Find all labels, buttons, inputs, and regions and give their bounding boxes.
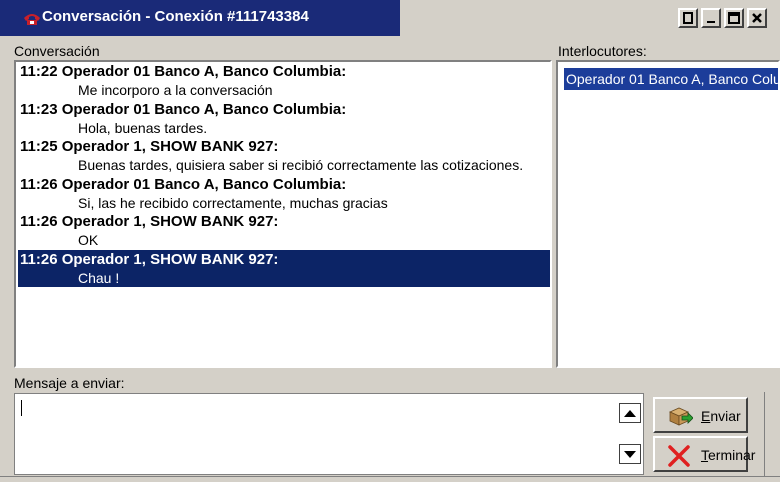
- message-sender: Operador 01 Banco A, Banco Columbia:: [61, 100, 347, 118]
- end-button-label: Terminar: [701, 447, 756, 463]
- status-strip: [0, 476, 780, 482]
- scroll-up-button[interactable]: [619, 403, 641, 423]
- message-text: Hola, buenas tardes.: [78, 119, 208, 136]
- compose-label: Mensaje a enviar:: [14, 375, 125, 391]
- minimize-button[interactable]: [701, 8, 721, 28]
- message-sender: Operador 1, SHOW BANK 927:: [61, 250, 279, 268]
- message-item[interactable]: 11:22 Operador 01 Banco A, Banco Columbi…: [18, 62, 550, 100]
- participants-panel[interactable]: Operador 01 Banco A, Banco Columbia: [556, 60, 780, 368]
- title-bar-active: Conversación - Conexión #111743384: [0, 0, 400, 36]
- message-time: 11:23: [20, 100, 58, 118]
- conversation-panel[interactable]: 11:22 Operador 01 Banco A, Banco Columbi…: [14, 60, 552, 368]
- maximize-icon: [728, 12, 740, 24]
- participant-item[interactable]: Operador 01 Banco A, Banco Columbia: [564, 68, 778, 90]
- end-button[interactable]: Terminar: [653, 436, 755, 472]
- message-time: 11:26: [20, 213, 58, 230]
- message-header: 11:23 Operador 01 Banco A, Banco Columbi…: [18, 100, 550, 120]
- message-text: Chau !: [78, 269, 120, 286]
- scroll-down-button[interactable]: [619, 444, 641, 464]
- message-text: Si, las he recibido correctamente, mucha…: [78, 194, 388, 211]
- message-item[interactable]: 11:25 Operador 1, SHOW BANK 927: Buenas t…: [18, 137, 550, 175]
- message-item[interactable]: 11:26 Operador 01 Banco A, Banco Columbi…: [18, 175, 550, 213]
- message-text: OK: [78, 232, 99, 248]
- window-title: Conversación - Conexión #111743384: [42, 8, 309, 25]
- minimize-icon: [707, 21, 715, 23]
- restore-button[interactable]: [678, 8, 698, 28]
- participants-label: Interlocutores:: [558, 43, 647, 59]
- message-header: 11:26 Operador 01 Banco A, Banco Columbi…: [18, 175, 550, 195]
- message-time: 11:22: [20, 63, 58, 80]
- message-text: Me incorporo a la conversación: [78, 82, 273, 98]
- message-time: 11:26: [20, 175, 58, 193]
- conversation-label: Conversación: [14, 43, 100, 59]
- message-header: 11:25 Operador 1, SHOW BANK 927:: [18, 137, 550, 157]
- telephone-icon: [24, 14, 40, 25]
- restore-icon: [683, 12, 693, 24]
- message-text: Buenas tardes, quisiera saber si recibió…: [78, 157, 524, 173]
- text-caret: [21, 400, 22, 416]
- send-button-label: Enviar: [701, 408, 741, 424]
- send-button[interactable]: Enviar: [653, 397, 748, 433]
- maximize-button[interactable]: [724, 8, 744, 28]
- message-item[interactable]: 11:26 Operador 1, SHOW BANK 927: Chau !: [18, 249, 550, 287]
- message-sender: Operador 1, SHOW BANK 927:: [61, 213, 279, 230]
- down-arrow-icon: [624, 451, 636, 458]
- message-sender: Operador 01 Banco A, Banco Columbia:: [61, 175, 347, 193]
- message-item[interactable]: 11:26 Operador 1, SHOW BANK 927: OK: [18, 212, 550, 250]
- message-sender: Operador 01 Banco A, Banco Columbia:: [61, 63, 347, 80]
- up-arrow-icon: [624, 410, 636, 417]
- message-time: 11:25: [20, 138, 58, 155]
- message-list: 11:22 Operador 01 Banco A, Banco Columbi…: [18, 62, 550, 287]
- close-icon: [752, 13, 762, 23]
- message-time: 11:26: [20, 250, 58, 268]
- message-header: 11:26 Operador 1, SHOW BANK 927:: [18, 250, 550, 270]
- message-input[interactable]: [14, 393, 644, 475]
- message-sender: Operador 1, SHOW BANK 927:: [61, 138, 279, 155]
- message-item[interactable]: 11:23 Operador 01 Banco A, Banco Columbi…: [18, 100, 550, 138]
- window-edge: [764, 392, 780, 481]
- message-header: 11:26 Operador 1, SHOW BANK 927:: [18, 212, 550, 232]
- close-button[interactable]: [747, 8, 767, 28]
- red-x-icon: [668, 445, 690, 467]
- title-bar: Conversación - Conexión #111743384: [0, 0, 780, 36]
- message-header: 11:22 Operador 01 Banco A, Banco Columbi…: [18, 62, 550, 82]
- send-package-icon: [669, 407, 693, 426]
